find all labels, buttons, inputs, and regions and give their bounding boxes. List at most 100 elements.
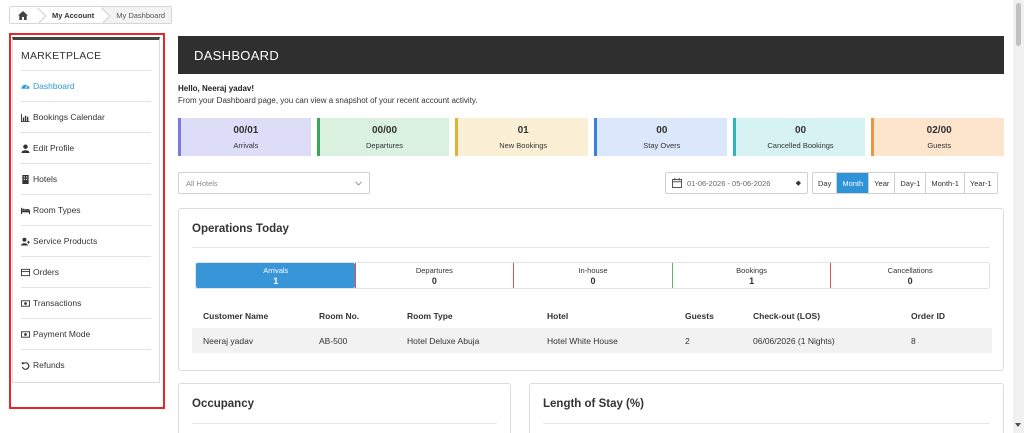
sidebar-item-label: Orders	[33, 267, 59, 277]
building-icon	[22, 174, 29, 184]
sidebar-item-orders[interactable]: Orders	[21, 256, 151, 287]
date-range-value: 01-06-2026 - 05-06-2026	[687, 178, 771, 188]
sidebar: MARKETPLACE Dashboard Bookings Calendar …	[12, 37, 160, 383]
sort-arrows-icon: ◆	[795, 180, 801, 187]
stat-value: 01	[517, 124, 529, 136]
page-scrollbar[interactable]	[1013, 0, 1024, 433]
period-month-button[interactable]: Month	[837, 173, 870, 193]
table-cell: AB-500	[319, 335, 348, 346]
tab-label: Bookings	[736, 265, 767, 275]
stat-label: New Bookings	[499, 140, 548, 150]
stat-value: 00	[656, 124, 668, 136]
home-icon	[18, 10, 28, 20]
stat-card-guests[interactable]: 02/00 Guests	[871, 118, 1005, 156]
hotel-select[interactable]: All Hotels	[178, 172, 370, 194]
column-header: Room No.	[319, 311, 360, 321]
length-of-stay-panel: Length of Stay (%)	[529, 383, 1004, 433]
stat-card-departures[interactable]: 00/00 Departures	[316, 118, 450, 156]
stat-value: 02/00	[926, 124, 952, 136]
stats-row: 00/01 Arrivals 00/00 Departures 01 New Book…	[178, 118, 1005, 156]
breadcrumb-my-account[interactable]: My Account	[38, 7, 103, 23]
page-title: DASHBOARD	[178, 36, 1004, 74]
stat-card-cancelled-bookings[interactable]: 00 Cancelled Bookings	[732, 118, 866, 156]
tab-bookings[interactable]: Bookings 1	[671, 263, 831, 288]
stat-label: Stay Overs	[643, 140, 681, 150]
hotel-select-value: All Hotels	[186, 178, 218, 188]
tab-label: Cancellations	[887, 265, 933, 275]
sidebar-item-room-types[interactable]: Room Types	[21, 194, 151, 225]
period-day-button[interactable]: Day	[813, 173, 838, 193]
tab-count: 0	[431, 275, 437, 286]
tab-label: Departures	[415, 265, 453, 275]
tab-count: 1	[273, 275, 279, 286]
period-year-button[interactable]: Year	[869, 173, 896, 193]
sidebar-item-label: Transactions	[33, 298, 82, 308]
divider	[192, 423, 497, 424]
sidebar-item-hotels[interactable]: Hotels	[21, 163, 151, 194]
sidebar-item-refunds[interactable]: Refunds	[21, 349, 151, 380]
table-cell: Hotel White House	[547, 335, 618, 346]
sidebar-item-payment-mode[interactable]: Payment Mode	[21, 318, 151, 349]
list-icon	[21, 268, 30, 276]
stat-card-new-bookings[interactable]: 01 New Bookings	[455, 118, 589, 156]
chevron-down-icon	[355, 180, 362, 186]
user-icon	[21, 143, 30, 153]
breadcrumb: My Account My Dashboard	[9, 6, 173, 24]
sidebar-item-bookings-calendar[interactable]: Bookings Calendar	[21, 101, 151, 132]
tab-arrivals[interactable]: Arrivals 1	[196, 263, 355, 288]
operations-tabs: Arrivals 1 Departures 0 In-house 0 Bookings…	[195, 262, 990, 289]
stat-label: Guests	[927, 140, 952, 150]
sidebar-item-service-products[interactable]: Service Products	[21, 225, 151, 256]
period-toggle-group: Day Month Year Day-1 Month-1 Year-1	[812, 172, 998, 194]
tab-count: 0	[590, 275, 596, 286]
dashboard-icon	[21, 84, 30, 89]
sidebar-title: MARKETPLACE	[21, 50, 102, 62]
date-range-picker[interactable]: 01-06-2026 - 05-06-2026 ◆	[665, 172, 808, 194]
stat-value: 00	[794, 124, 807, 136]
stat-card-stay-overs[interactable]: 00 Stay Overs	[594, 118, 727, 156]
sidebar-item-dashboard[interactable]: Dashboard	[21, 70, 151, 101]
operations-panel: Operations Today Arrivals 1 Departures 0 I…	[178, 208, 1004, 371]
bar-chart-icon	[21, 113, 30, 122]
operations-title: Operations Today	[192, 223, 289, 235]
undo-icon	[21, 361, 30, 370]
stat-card-arrivals[interactable]: 00/01 Arrivals	[178, 118, 311, 156]
breadcrumb-my-dashboard: My Dashboard	[102, 7, 172, 23]
scroll-down-arrow-icon[interactable]	[1015, 423, 1021, 427]
stat-label: Arrivals	[233, 140, 259, 150]
table-cell: 8	[911, 335, 916, 346]
sidebar-item-label: Service Products	[33, 236, 98, 246]
greeting-text: Hello, Neeraj yadav!	[178, 84, 255, 93]
occupancy-title: Occupancy	[192, 398, 254, 410]
column-header: Guests	[685, 311, 714, 321]
column-header: Check-out (LOS)	[753, 311, 821, 321]
money-icon	[21, 330, 30, 338]
table-cell: 2	[685, 335, 690, 346]
breadcrumb-home[interactable]	[10, 7, 38, 23]
period-month-minus-1-button[interactable]: Month-1	[926, 173, 965, 193]
sidebar-item-label: Dashboard	[33, 81, 75, 91]
sidebar-item-label: Edit Profile	[33, 143, 75, 153]
period-day-minus-1-button[interactable]: Day-1	[895, 173, 927, 193]
stat-label: Departures	[365, 140, 404, 150]
sidebar-item-label: Payment Mode	[33, 329, 91, 339]
intro-text: From your Dashboard page, you can view a…	[178, 96, 478, 105]
sidebar-item-label: Room Types	[33, 205, 81, 215]
tab-cancellations[interactable]: Cancellations 0	[830, 263, 989, 288]
occupancy-panel: Occupancy	[178, 383, 511, 433]
scrollbar-thumb[interactable]	[1016, 3, 1021, 46]
period-year-minus-1-button[interactable]: Year-1	[964, 173, 997, 193]
stat-value: 00/01	[233, 124, 259, 136]
sidebar-item-edit-profile[interactable]: Edit Profile	[21, 132, 151, 163]
tab-departures[interactable]: Departures 0	[354, 263, 514, 288]
calendar-icon	[672, 178, 682, 188]
tab-label: In-house	[578, 265, 608, 275]
sidebar-item-transactions[interactable]: Transactions	[21, 287, 151, 318]
tab-in-house[interactable]: In-house 0	[513, 263, 672, 288]
column-header: Room Type	[407, 311, 453, 321]
column-header: Customer Name	[203, 311, 269, 321]
column-header: Hotel	[547, 311, 569, 321]
table-row[interactable]: Neeraj yadav AB-500 Hotel Deluxe Abuja H…	[192, 328, 992, 353]
sidebar-item-label: Bookings Calendar	[33, 112, 105, 122]
stat-label: Cancelled Bookings	[767, 140, 834, 150]
